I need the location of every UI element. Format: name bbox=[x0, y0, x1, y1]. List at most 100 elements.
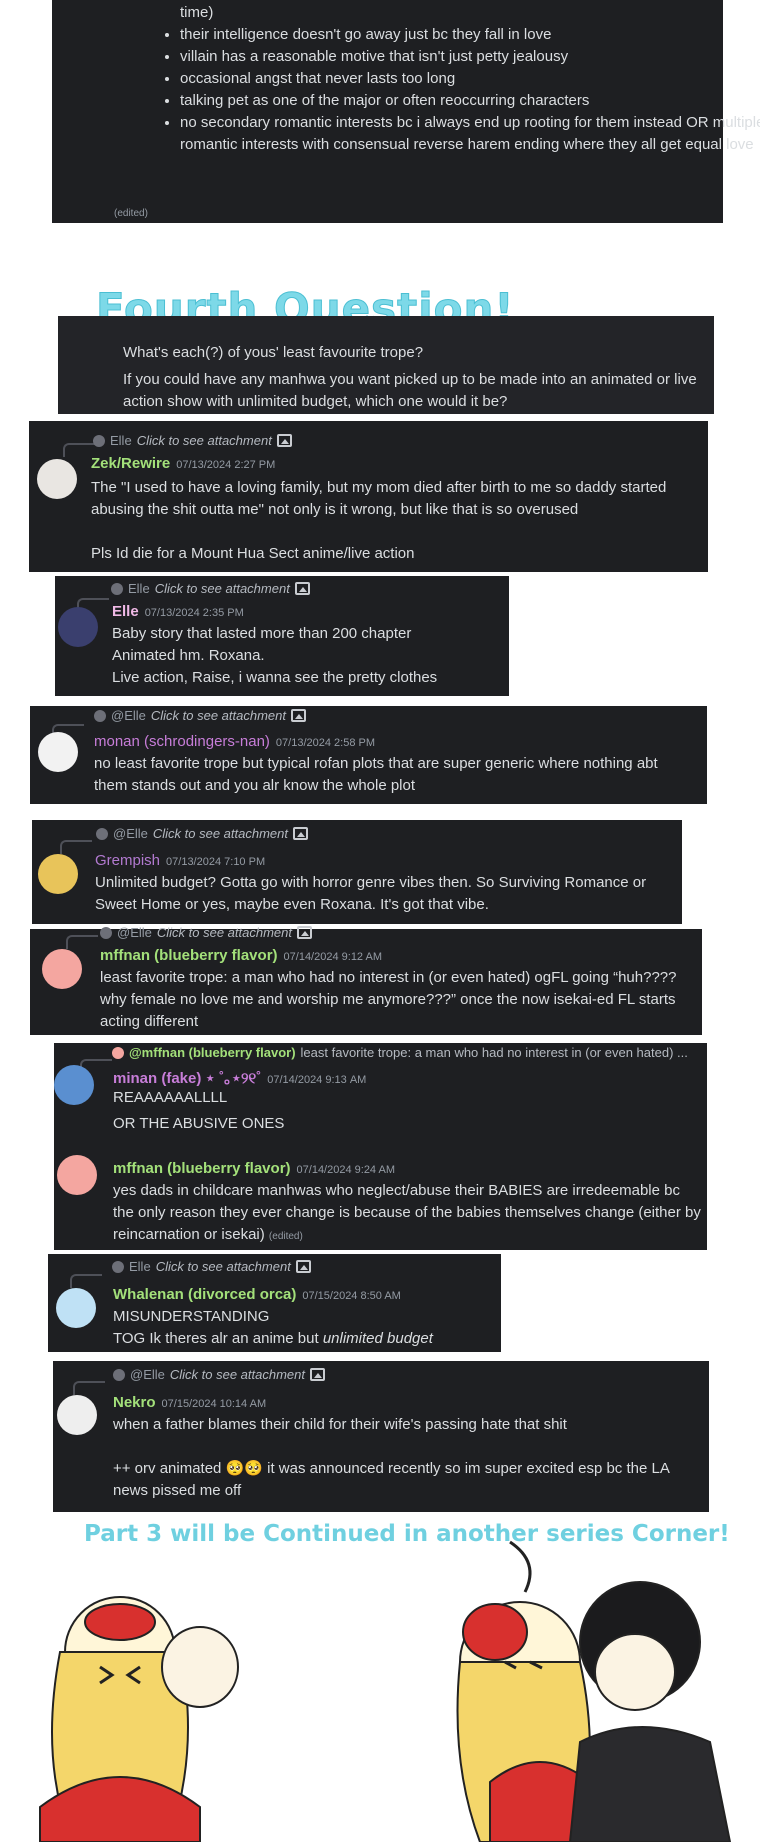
reply-preview[interactable]: @mffnan (blueberry flavor) least favorit… bbox=[112, 1045, 688, 1060]
username[interactable]: Elle bbox=[112, 603, 139, 620]
reply-connector bbox=[60, 840, 92, 854]
message-line: The "I used to have a loving family, but… bbox=[91, 479, 667, 518]
mini-avatar bbox=[113, 1368, 125, 1381]
reply-connector bbox=[70, 1274, 102, 1288]
message-header: Nekro 07/15/2024 10:14 AM bbox=[113, 1394, 266, 1411]
pleading-emoji: 🥺🥺 bbox=[225, 1460, 263, 1477]
message-line: Live action, Raise, i wanna see the pret… bbox=[112, 669, 438, 686]
timestamp: 07/13/2024 7:10 PM bbox=[166, 856, 266, 868]
reply-username[interactable]: Elle bbox=[110, 433, 132, 448]
reply-text[interactable]: Click to see attachment bbox=[157, 925, 292, 940]
message-line: Animated hm. Roxana. bbox=[112, 647, 265, 664]
message-header: Grempish 07/13/2024 7:10 PM bbox=[95, 852, 265, 869]
image-attachment-icon bbox=[297, 926, 312, 939]
message-line: yes dads in childcare manhwas who neglec… bbox=[113, 1182, 701, 1243]
message-panel: Elle Click to see attachment Whalenan (d… bbox=[48, 1254, 501, 1352]
reply-username[interactable]: Elle bbox=[129, 1259, 151, 1274]
mini-avatar bbox=[100, 926, 112, 939]
message-panel: @mffnan (blueberry flavor) least favorit… bbox=[54, 1043, 707, 1250]
edited-label: (edited) bbox=[114, 208, 148, 219]
reply-username[interactable]: @Elle bbox=[111, 708, 146, 723]
message-header: monan (schrodingers-nan) 07/13/2024 2:58 … bbox=[94, 733, 375, 750]
reply-text[interactable]: Click to see attachment bbox=[151, 708, 286, 723]
message-line-italic: unlimited budget bbox=[322, 1330, 433, 1347]
reply-preview[interactable]: Elle Click to see attachment bbox=[112, 1259, 311, 1274]
chibi-illustration-left bbox=[39, 1596, 239, 1842]
reply-text[interactable]: Click to see attachment bbox=[153, 826, 288, 841]
avatar[interactable] bbox=[57, 1155, 97, 1195]
reply-connector bbox=[73, 1381, 105, 1395]
username[interactable]: monan (schrodingers-nan) bbox=[94, 733, 270, 750]
timestamp: 07/13/2024 2:35 PM bbox=[144, 607, 244, 619]
reply-username[interactable]: @Elle bbox=[117, 925, 152, 940]
username[interactable]: mffnan (blueberry flavor) bbox=[113, 1160, 291, 1177]
reply-preview[interactable]: @Elle Click to see attachment bbox=[100, 925, 312, 940]
avatar[interactable] bbox=[38, 732, 78, 772]
mini-avatar bbox=[94, 709, 106, 722]
avatar[interactable] bbox=[42, 949, 82, 989]
message-line: REAAAAAALLLL bbox=[113, 1089, 228, 1106]
avatar[interactable] bbox=[38, 854, 78, 894]
reply-preview[interactable]: Elle Click to see attachment bbox=[93, 433, 292, 448]
image-attachment-icon bbox=[276, 434, 292, 447]
question-line-1: What's each(?) of yous' least favourite … bbox=[123, 344, 424, 361]
message-header: Whalenan (divorced orca) 07/15/2024 8:50 … bbox=[113, 1286, 401, 1303]
message-body: The "I used to have a loving family, but… bbox=[91, 477, 701, 565]
reply-preview[interactable]: @Elle Click to see attachment bbox=[94, 708, 306, 723]
timestamp: 07/15/2024 8:50 AM bbox=[302, 1290, 401, 1302]
message-line: MISUNDERSTANDING bbox=[113, 1308, 270, 1325]
bullet-list: time) their intelligence doesn't go away… bbox=[160, 2, 760, 156]
username[interactable]: mffnan (blueberry flavor) bbox=[100, 947, 278, 964]
question-line-2: If you could have any manhwa you want pi… bbox=[123, 371, 697, 410]
avatar[interactable] bbox=[56, 1288, 96, 1328]
image-attachment-icon bbox=[294, 582, 310, 595]
question-panel: What's each(?) of yous' least favourite … bbox=[58, 316, 714, 414]
message-body: REAAAAAALLLL OR THE ABUSIVE ONES bbox=[113, 1087, 693, 1135]
reply-username[interactable]: @Elle bbox=[113, 826, 148, 841]
avatar[interactable] bbox=[57, 1395, 97, 1435]
reply-text[interactable]: Click to see attachment bbox=[137, 433, 272, 448]
bullet-item: no secondary romantic interests bc i alw… bbox=[180, 112, 760, 156]
avatar[interactable] bbox=[58, 607, 98, 647]
avatar[interactable] bbox=[37, 459, 77, 499]
username[interactable]: Whalenan (divorced orca) bbox=[113, 1286, 296, 1303]
reply-preview[interactable]: Elle Click to see attachment bbox=[111, 581, 310, 596]
mini-avatar bbox=[112, 1260, 124, 1273]
message-body: Baby story that lasted more than 200 cha… bbox=[112, 623, 502, 689]
mini-avatar bbox=[111, 582, 123, 595]
timestamp: 07/14/2024 9:24 AM bbox=[296, 1164, 395, 1176]
message-line: TOG Ik theres alr an anime but bbox=[113, 1330, 323, 1347]
message-body: MISUNDERSTANDING TOG Ik theres alr an an… bbox=[113, 1306, 498, 1350]
username[interactable]: Zek/Rewire bbox=[91, 455, 170, 472]
message-panel: Elle Click to see attachment Zek/Rewire 0… bbox=[29, 421, 708, 572]
reply-username[interactable]: @Elle bbox=[130, 1367, 165, 1382]
reply-preview[interactable]: @Elle Click to see attachment bbox=[96, 826, 308, 841]
reply-preview[interactable]: @Elle Click to see attachment bbox=[113, 1367, 325, 1382]
reply-text[interactable]: least favorite trope: a man who had no i… bbox=[301, 1045, 688, 1060]
username[interactable]: minan (fake) ⋆ ˚｡⋆୨୧˚ bbox=[113, 1070, 261, 1087]
mini-avatar bbox=[112, 1046, 124, 1059]
message-line: ++ orv animated bbox=[113, 1460, 226, 1477]
message-panel: @Elle Click to see attachment monan (sch… bbox=[30, 706, 707, 804]
message-header: minan (fake) ⋆ ˚｡⋆୨୧˚ 07/14/2024 9:13 AM bbox=[113, 1067, 366, 1088]
intro-message-panel: time) their intelligence doesn't go away… bbox=[52, 0, 760, 223]
reply-username[interactable]: Elle bbox=[128, 581, 150, 596]
reply-text[interactable]: Click to see attachment bbox=[155, 581, 290, 596]
message-panel: Elle Click to see attachment Elle 07/13/2… bbox=[55, 576, 509, 696]
timestamp: 07/13/2024 2:58 PM bbox=[275, 737, 375, 749]
username[interactable]: Grempish bbox=[95, 852, 160, 869]
timestamp: 07/14/2024 9:13 AM bbox=[267, 1074, 367, 1086]
reply-text[interactable]: Click to see attachment bbox=[170, 1367, 305, 1382]
message-line: no least favorite trope but typical rofa… bbox=[94, 755, 658, 794]
message-body: no least favorite trope but typical rofa… bbox=[94, 753, 694, 797]
reply-username[interactable]: @mffnan (blueberry flavor) bbox=[129, 1045, 296, 1060]
username[interactable]: Nekro bbox=[113, 1394, 156, 1411]
bullet-item: villain has a reasonable motive that isn… bbox=[180, 46, 760, 68]
message-line: when a father blames their child for the… bbox=[113, 1416, 567, 1433]
avatar[interactable] bbox=[54, 1065, 94, 1105]
reply-text[interactable]: Click to see attachment bbox=[156, 1259, 291, 1274]
image-attachment-icon bbox=[293, 827, 308, 840]
image-attachment-icon bbox=[310, 1368, 325, 1381]
bullet-item: talking pet as one of the major or often… bbox=[180, 90, 760, 112]
chibi-illustration-right bbox=[456, 1540, 732, 1842]
